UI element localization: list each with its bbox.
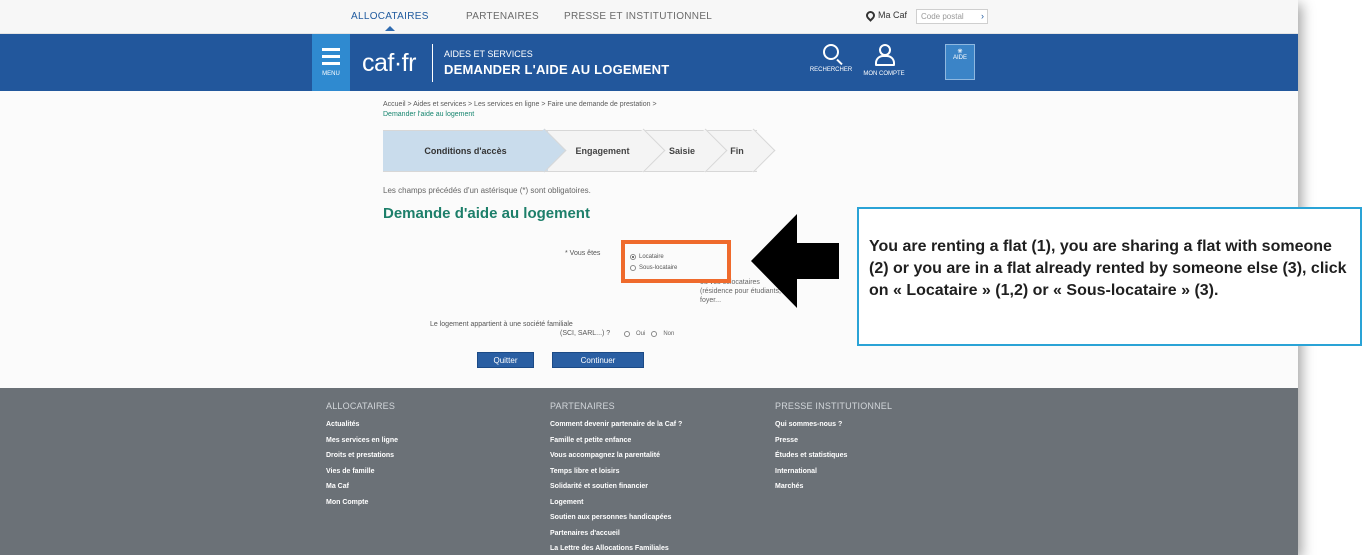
highlight-box bbox=[621, 240, 731, 283]
societe-question: Le logement appartient à une société fam… bbox=[430, 320, 720, 338]
breadcrumb-path[interactable]: Accueil > Aides et services > Les servic… bbox=[383, 101, 657, 108]
footer-link[interactable]: Famille et petite enfance bbox=[550, 433, 682, 449]
page-title: DEMANDER L'AIDE AU LOGEMENT bbox=[444, 62, 670, 77]
caf-logo[interactable]: caf·fr bbox=[362, 49, 416, 78]
step-conditions: Conditions d'accès bbox=[383, 128, 567, 173]
footer-link[interactable]: Qui sommes-nous ? bbox=[775, 417, 892, 433]
radio-oui[interactable] bbox=[624, 331, 630, 337]
hamburger-icon bbox=[322, 48, 340, 51]
postal-code-input[interactable]: Code postal › bbox=[916, 9, 988, 24]
breadcrumb: Accueil > Aides et services > Les servic… bbox=[383, 100, 783, 120]
step-label: Conditions d'accès bbox=[424, 146, 507, 156]
continue-button[interactable]: Continuer bbox=[552, 352, 644, 368]
breadcrumb-current: Demander l'aide au logement bbox=[383, 111, 475, 118]
footer-link[interactable]: Droits et prestations bbox=[326, 448, 398, 464]
ma-caf-label: Ma Caf bbox=[878, 10, 908, 20]
hamburger-icon-bar bbox=[322, 62, 340, 65]
search-button[interactable]: RECHERCHER bbox=[806, 44, 856, 73]
societe-question-line2: (SCI, SARL...) ? bbox=[560, 330, 611, 337]
footer-link[interactable]: Presse bbox=[775, 433, 892, 449]
vous-etes-label: * Vous êtes bbox=[565, 250, 601, 257]
callout-text: You are renting a flat (1), you are shar… bbox=[869, 238, 1347, 299]
chevron-right-icon[interactable]: › bbox=[981, 11, 984, 21]
step-label: Engagement bbox=[575, 146, 630, 156]
footer-link[interactable]: Mon Compte bbox=[326, 495, 398, 511]
footer-link[interactable]: La Lettre des Allocations Familiales bbox=[550, 541, 682, 555]
form-title: Demande d'aide au logement bbox=[383, 205, 590, 222]
footer-link[interactable]: Mes services en ligne bbox=[326, 433, 398, 449]
ma-caf-link[interactable]: Ma Caf bbox=[864, 8, 908, 22]
audience-nav: ALLOCATAIRES PARTENAIRES PRESSE ET INSTI… bbox=[0, 0, 1298, 34]
menu-button[interactable]: MENU bbox=[312, 34, 350, 91]
nav-partenaires[interactable]: PARTENAIRES bbox=[466, 11, 539, 22]
non-label: Non bbox=[663, 331, 675, 337]
postal-code-placeholder: Code postal bbox=[921, 12, 964, 21]
annotation-callout: You are renting a flat (1), you are shar… bbox=[857, 207, 1362, 346]
menu-label: MENU bbox=[322, 71, 340, 77]
footer-link[interactable]: Vies de famille bbox=[326, 464, 398, 480]
search-icon bbox=[823, 44, 839, 60]
footer-link[interactable]: Soutien aux personnes handicapées bbox=[550, 510, 682, 526]
help-icon: ❋ bbox=[957, 49, 963, 55]
header-kicker: AIDES ET SERVICES bbox=[444, 49, 533, 59]
help-button[interactable]: ❋ AIDE bbox=[945, 44, 975, 80]
oui-label: Oui bbox=[636, 331, 646, 337]
search-label: RECHERCHER bbox=[809, 67, 853, 73]
nav-allocataires[interactable]: ALLOCATAIRES bbox=[351, 11, 429, 31]
footer-link[interactable]: Partenaires d'accueil bbox=[550, 526, 682, 542]
footer-heading: PARTENAIRES bbox=[550, 401, 615, 411]
quit-button[interactable]: Quitter bbox=[477, 352, 534, 368]
footer-link[interactable]: Marchés bbox=[775, 479, 892, 495]
account-button[interactable]: MON COMPTE bbox=[859, 44, 909, 77]
header-divider bbox=[432, 44, 433, 82]
footer-col-partenaires: PARTENAIRES Comment devenir partenaire d… bbox=[550, 401, 682, 555]
footer-heading: PRESSE INSTITUTIONNEL bbox=[775, 401, 893, 411]
footer-link[interactable]: Temps libre et loisirs bbox=[550, 464, 682, 480]
footer-link[interactable]: Vous accompagnez la parentalité bbox=[550, 448, 682, 464]
footer-link[interactable]: Ma Caf bbox=[326, 479, 398, 495]
societe-question-line1: Le logement appartient à une société fam… bbox=[430, 321, 573, 328]
hamburger-icon-bar bbox=[322, 55, 340, 58]
pointer-arrow-icon bbox=[751, 214, 839, 308]
mandatory-note: Les champs précédés d'un astérisque (*) … bbox=[383, 186, 591, 195]
account-label: MON COMPTE bbox=[863, 71, 905, 77]
nav-presse[interactable]: PRESSE ET INSTITUTIONNEL bbox=[564, 11, 712, 22]
footer-col-allocataires: ALLOCATAIRES Actualités Mes services en … bbox=[326, 401, 398, 510]
user-icon bbox=[874, 44, 895, 66]
location-pin-icon bbox=[864, 8, 877, 22]
footer-link[interactable]: Comment devenir partenaire de la Caf ? bbox=[550, 417, 682, 433]
progress-stepper: Conditions d'accès Engagement Saisie Fin bbox=[383, 128, 776, 173]
radio-non[interactable] bbox=[651, 331, 658, 337]
societe-options: Oui Non bbox=[624, 331, 674, 337]
footer-link[interactable]: International bbox=[775, 464, 892, 480]
help-label: AIDE bbox=[952, 55, 967, 61]
footer-link[interactable]: Actualités bbox=[326, 417, 398, 433]
footer-link[interactable]: Solidarité et soutien financier bbox=[550, 479, 682, 495]
footer-heading: ALLOCATAIRES bbox=[326, 401, 396, 411]
step-label: Fin bbox=[730, 146, 744, 156]
footer-link[interactable]: Études et statistiques bbox=[775, 448, 892, 464]
footer-col-presse: PRESSE INSTITUTIONNEL Qui sommes-nous ? … bbox=[775, 401, 892, 495]
footer-link[interactable]: Logement bbox=[550, 495, 682, 511]
step-label: Saisie bbox=[668, 146, 696, 156]
